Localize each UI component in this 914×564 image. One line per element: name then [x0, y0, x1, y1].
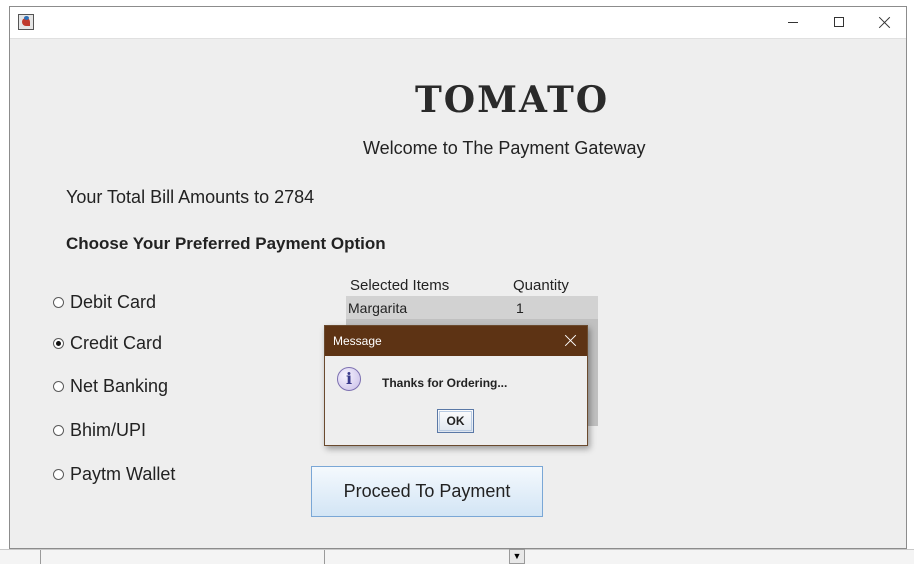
radio-label[interactable]: Bhim/UPI	[70, 420, 146, 441]
background-divider	[40, 550, 41, 564]
radio-button[interactable]	[53, 468, 64, 480]
tomato-logo: TOMATO	[415, 79, 610, 121]
proceed-to-payment-button[interactable]: Proceed To Payment	[311, 466, 543, 517]
background-divider	[324, 550, 325, 564]
radio-button-selected[interactable]	[53, 337, 64, 349]
message-dialog: Message i Thanks for Ordering... OK	[324, 325, 588, 446]
background-dropdown-arrow-icon: ▼	[509, 549, 525, 564]
radio-debit-card[interactable]: Debit Card	[53, 290, 156, 314]
minimize-button[interactable]	[770, 7, 816, 38]
item-quantity-cell: 1	[516, 300, 524, 316]
ok-button[interactable]: OK	[437, 409, 474, 433]
column-header-items[interactable]: Selected Items	[350, 277, 449, 294]
radio-label[interactable]: Net Banking	[70, 376, 168, 397]
column-header-quantity[interactable]: Quantity	[513, 277, 569, 294]
item-name-cell: Margarita	[348, 300, 408, 316]
dialog-message: Thanks for Ordering...	[382, 376, 508, 390]
radio-bhim-upi[interactable]: Bhim/UPI	[53, 418, 146, 442]
payment-option-heading: Choose Your Preferred Payment Option	[66, 234, 386, 253]
radio-credit-card[interactable]: Credit Card	[53, 331, 162, 355]
table-row[interactable]: Margarita 1	[346, 296, 598, 319]
radio-net-banking[interactable]: Net Banking	[53, 374, 168, 398]
total-bill-label: Your Total Bill Amounts to 2784	[66, 187, 315, 207]
dialog-close-icon[interactable]	[561, 330, 581, 352]
close-icon	[879, 15, 891, 29]
radio-label[interactable]: Debit Card	[70, 292, 156, 313]
desktop-background	[0, 0, 9, 563]
minimize-icon	[788, 22, 798, 23]
info-icon: i	[337, 367, 361, 391]
close-button[interactable]	[862, 7, 908, 38]
maximize-button[interactable]	[816, 7, 862, 38]
radio-paytm-wallet[interactable]: Paytm Wallet	[53, 462, 175, 486]
dialog-title-bar: Message	[325, 326, 587, 356]
title-bar	[10, 7, 906, 39]
welcome-heading: Welcome to The Payment Gateway	[363, 138, 646, 158]
radio-button[interactable]	[53, 424, 64, 436]
background-window-strip	[0, 549, 914, 564]
dialog-title: Message	[333, 334, 382, 348]
radio-button[interactable]	[53, 380, 64, 392]
payment-window: TOMATO Welcome to The Payment Gateway Yo…	[9, 6, 907, 549]
maximize-icon	[834, 17, 844, 27]
radio-label[interactable]: Credit Card	[70, 333, 162, 354]
java-app-icon	[18, 14, 34, 30]
radio-button[interactable]	[53, 296, 64, 308]
radio-label[interactable]: Paytm Wallet	[70, 464, 175, 485]
